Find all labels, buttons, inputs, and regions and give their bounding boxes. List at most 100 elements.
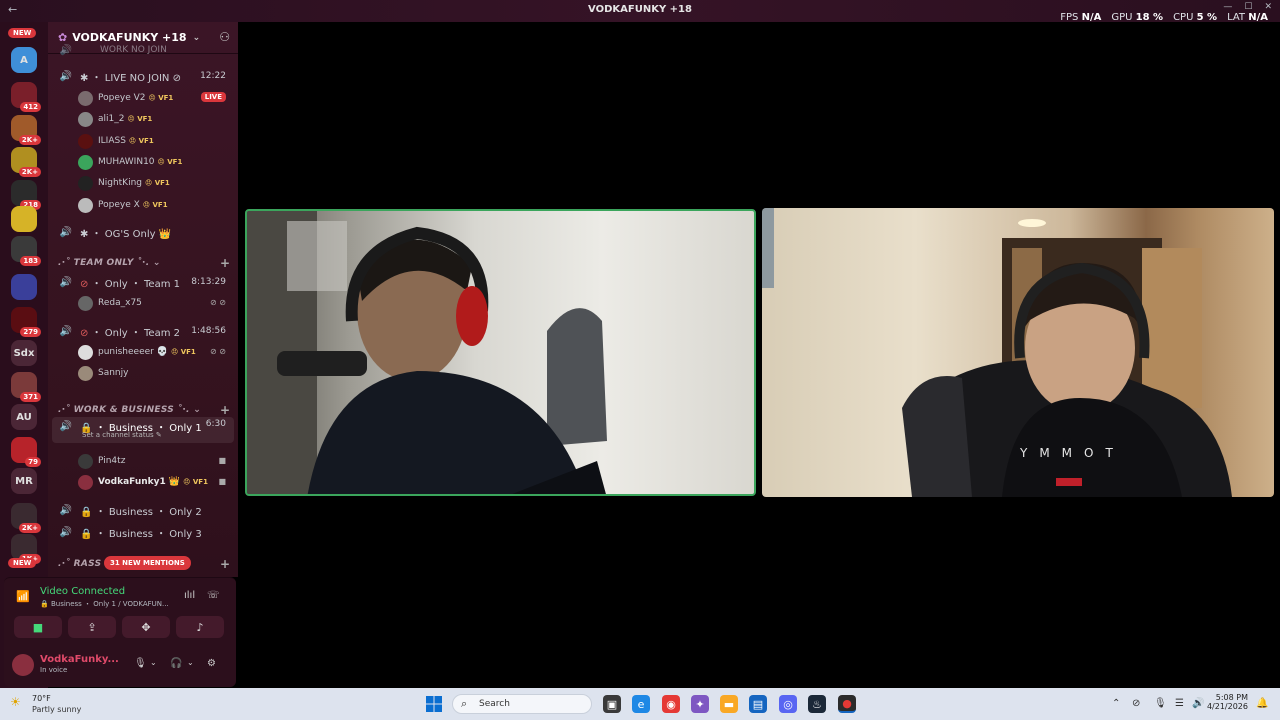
category-work-business[interactable]: .⋅˚ WORK & BUSINESS ˚⋅. ⌄ + [58, 403, 230, 417]
chevron-down-icon[interactable]: ⌄ [150, 658, 157, 667]
role-tag: 😠 VF1 [128, 137, 154, 145]
add-channel-icon[interactable]: + [220, 557, 230, 571]
server-icon[interactable]: 183 [11, 236, 41, 266]
server-icon[interactable]: Sdx [11, 340, 37, 366]
gear-icon[interactable]: ⚙ [207, 658, 216, 669]
taskbar-search[interactable]: ⌕ Search [452, 694, 592, 714]
new-mentions-pill[interactable]: 31 NEW MENTIONS [104, 556, 191, 570]
voice-channel-live-no-join[interactable]: 🔊 ✱ ・ LIVE NO JOIN ⊘ 12:22 [48, 66, 238, 86]
channel-label: ⊘ ・ Only ・ Team 2 [80, 327, 180, 339]
user-panel: VodkaFunky... In voice 🎙 ⌄ 🎧 ⌄ ⚙ [4, 648, 236, 684]
channel-status-hint[interactable]: Set a channel status ✎ [82, 431, 162, 439]
perf-overlay: FPS N/A GPU 18 % CPU 5 % LAT N/A [1060, 12, 1268, 23]
server-icon[interactable]: 79 [11, 437, 41, 467]
avatar[interactable] [12, 654, 34, 676]
store-icon[interactable]: ▤ [749, 695, 767, 713]
window-controls: — ☐ ✕ [1223, 2, 1272, 12]
invite-people-icon[interactable]: ⚇ [219, 30, 230, 44]
server-icon[interactable]: 2K+ [11, 147, 41, 177]
voice-user[interactable]: ali1_2 😠 VF1 [48, 110, 238, 130]
edge-icon[interactable]: e [632, 695, 650, 713]
voice-channel-business-2[interactable]: 🔊 🔒 ・ Business ・ Only 2 [48, 500, 238, 520]
connection-signal-icon[interactable]: 📶 [16, 590, 30, 603]
speaker-icon: 🔊 [59, 504, 73, 516]
voice-user[interactable]: MUHAWIN10 😠 VF1 [48, 153, 238, 173]
server-icon[interactable]: 279 [11, 307, 41, 337]
maximize-button[interactable]: ☐ [1244, 2, 1252, 12]
folder-icon[interactable] [11, 274, 37, 300]
voice-user[interactable]: Reda_x75 ⊘ ⊘ [48, 294, 238, 314]
server-icon[interactable]: 2K+ [11, 503, 41, 533]
server-icon[interactable]: A [11, 47, 37, 73]
task-view-icon[interactable]: ▣ [603, 695, 621, 713]
discord-icon[interactable]: ◎ [779, 695, 797, 713]
user-name[interactable]: VodkaFunky... [40, 654, 119, 665]
category-team-only[interactable]: .⋅˚ TEAM ONLY ˚⋅. ⌄ + [58, 256, 230, 270]
app-icon-active[interactable]: ● [838, 695, 856, 713]
file-explorer-icon[interactable]: ▬ [720, 695, 738, 713]
voice-user[interactable]: Popeye X 😠 VF1 [48, 196, 238, 216]
voice-channel[interactable]: 🔊 WORK NO JOIN [48, 44, 238, 56]
mention-badge: 2K+ [18, 135, 41, 145]
copilot-icon[interactable]: ✦ [691, 695, 709, 713]
voice-channel-og-only[interactable]: 🔊 ✱ ・ OG'S Only 👑 [48, 222, 238, 242]
video-tile[interactable] [245, 209, 756, 496]
voice-user[interactable]: Pin4tz ■ [48, 452, 238, 472]
windows-start-icon[interactable] [426, 696, 442, 712]
server-icon[interactable]: 371 [11, 372, 41, 402]
disconnect-icon[interactable]: ☏ [207, 590, 220, 601]
role-tag: 😠 VF1 [127, 115, 153, 123]
server-icon[interactable]: 218 [11, 180, 41, 210]
wifi-icon[interactable]: ☰ [1175, 698, 1184, 709]
channel-timer: 1:48:56 [191, 326, 226, 336]
add-channel-icon[interactable]: + [220, 256, 230, 270]
chevron-down-icon[interactable]: ⌄ [187, 658, 194, 667]
server-icon[interactable]: 2K+ [11, 115, 41, 145]
category-rass[interactable]: .⋅˚ RASS + [58, 557, 230, 571]
network-off-icon[interactable]: ⊘ [1132, 698, 1140, 709]
shirt-logo [1056, 478, 1082, 486]
voice-channel-team1[interactable]: 🔊 ⊘ ・ Only ・ Team 1 8:13:29 [48, 272, 238, 292]
server-icon[interactable]: 412 [11, 82, 41, 112]
avatar [78, 91, 93, 106]
voice-user[interactable]: ILIASS 😠 VF1 [48, 132, 238, 152]
channel-label: ⊘ ・ Only ・ Team 1 [80, 278, 180, 290]
voice-user[interactable]: VodkaFunky1 👑 😠 VF1 ■ [48, 473, 238, 493]
voice-channel-team2[interactable]: 🔊 ⊘ ・ Only ・ Team 2 1:48:56 [48, 321, 238, 341]
role-tag: 😠 VF1 [148, 94, 174, 102]
voice-channel-business-1[interactable]: 🔊 🔒 ・ Business ・ Only 1 6:30 Set a chann… [52, 417, 234, 443]
close-button[interactable]: ✕ [1264, 2, 1272, 12]
clock[interactable]: 5:08 PM 4/21/2026 [1207, 693, 1248, 711]
microphone-icon[interactable]: 🎙 [134, 658, 147, 669]
minimize-button[interactable]: — [1223, 2, 1232, 12]
channel-sidebar: ✿ VODKAFUNKY +18 ⌄ ⚇ 🔊 WORK NO JOIN 🔊 ✱ … [48, 22, 238, 577]
add-channel-icon[interactable]: + [220, 403, 230, 417]
voice-user[interactable]: Popeye V2 😠 VF1 LIVE [48, 89, 238, 109]
headphones-icon[interactable]: 🎧 [170, 658, 182, 669]
gpu-stat: GPU 18 % [1111, 12, 1164, 23]
voice-user[interactable]: Sannjy [48, 364, 238, 384]
voice-channel-path[interactable]: 🔒 Business ・ Only 1 / VODKAFUN... [40, 599, 169, 609]
voice-user[interactable]: punisheeeer 💀 😠 VF1 ⊘ ⊘ [48, 343, 238, 363]
volume-icon[interactable]: 🔊 [1192, 698, 1204, 709]
server-icon[interactable]: 1K+ [11, 534, 41, 564]
video-tile[interactable]: YMMOT [762, 208, 1274, 497]
chevron-up-icon[interactable]: ⌃ [1112, 698, 1120, 709]
camera-toggle-button[interactable]: ■ [14, 616, 62, 638]
server-icon[interactable]: AU [11, 404, 37, 430]
mention-badge: 371 [20, 392, 41, 402]
steam-icon[interactable]: ♨ [808, 695, 826, 713]
microphone-icon[interactable]: 🎙 [1154, 698, 1167, 709]
voice-user[interactable]: NightKing 😠 VF1 [48, 174, 238, 194]
soundboard-button[interactable]: ♪ [176, 616, 224, 638]
noise-suppression-icon[interactable]: ılıl [184, 590, 195, 601]
notification-icon[interactable]: 🔔 [1256, 698, 1268, 709]
voice-channel-business-3[interactable]: 🔊 🔒 ・ Business ・ Only 3 [48, 522, 238, 542]
voice-status[interactable]: Video Connected [40, 586, 125, 597]
screen-share-button[interactable]: ⇪ [68, 616, 116, 638]
server-icon[interactable] [11, 206, 37, 232]
server-icon[interactable]: MR [11, 468, 37, 494]
chrome-icon[interactable]: ◉ [662, 695, 680, 713]
activities-button[interactable]: ✥ [122, 616, 170, 638]
avatar [78, 454, 93, 469]
